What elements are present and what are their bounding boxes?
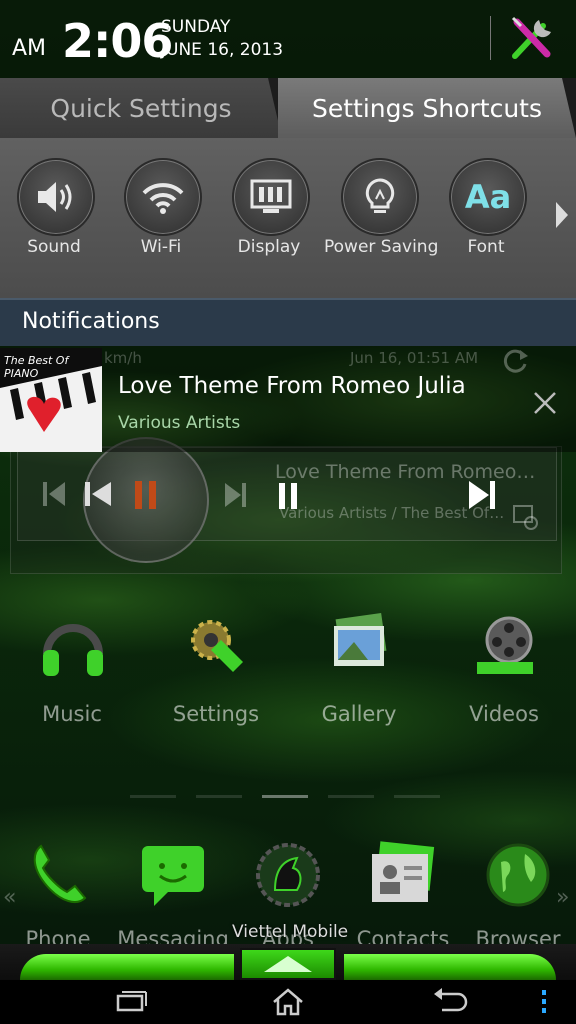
music-notification[interactable]: The Best Of PIANO km/h Jun 16, 01:51 AM …	[0, 346, 576, 452]
settings-shortcuts-panel: Sound Wi-Fi Display Power Saving Aa Font	[0, 138, 576, 298]
next-track-icon[interactable]	[223, 481, 249, 509]
tray-glow-left	[20, 954, 234, 980]
dock-scroll-left-icon[interactable]: «	[3, 885, 16, 910]
widget-track-title: Love Theme From Romeo…	[275, 461, 536, 483]
notifications-title: Notifications	[22, 309, 160, 334]
speaker-icon	[38, 182, 72, 212]
tab-quick-settings[interactable]: Quick Settings	[0, 78, 282, 138]
display-icon	[250, 179, 292, 213]
pause-icon[interactable]	[133, 479, 159, 511]
app-label: Gallery	[321, 702, 397, 726]
clock-day: SUNDAY	[161, 17, 231, 37]
film-reel-icon	[477, 616, 533, 674]
tray-glow-right	[344, 954, 556, 980]
shortcut-power-saving[interactable]: Power Saving	[324, 158, 439, 268]
back-icon[interactable]	[428, 986, 468, 1018]
song-artist: Various Artists	[118, 413, 241, 433]
shortcut-label: Sound	[27, 237, 81, 257]
ghost-timestamp: Jun 16, 01:51 AM	[350, 349, 479, 367]
shortcut-wifi[interactable]: Wi-Fi	[107, 158, 215, 268]
shortcut-sound[interactable]: Sound	[0, 158, 108, 268]
app-label: Videos	[469, 702, 539, 726]
tab-settings-shortcuts[interactable]: Settings Shortcuts	[278, 78, 576, 138]
shortcut-label: Display	[237, 237, 301, 257]
music-player-widget[interactable]: Love Theme From Romeo… Various Artists /…	[10, 437, 562, 574]
shortcut-button[interactable]	[232, 158, 310, 236]
status-bar: AM 2:06 SUNDAY JUNE 16, 2013	[0, 0, 576, 78]
shortcut-label: Power Saving	[324, 237, 439, 257]
previous-track-icon[interactable]	[41, 479, 67, 509]
app-tray	[0, 944, 576, 980]
shade-tabs: Quick Settings Settings Shortcuts	[0, 78, 576, 138]
apps-icon	[256, 843, 320, 907]
carrier-label: Viettel Mobile	[232, 922, 349, 942]
clock-date: JUNE 16, 2013	[161, 40, 284, 60]
dock-scroll-right-icon[interactable]: »	[556, 885, 569, 910]
chevron-right-icon[interactable]	[553, 198, 571, 232]
shortcut-font[interactable]: Aa Font	[432, 158, 540, 268]
widget-track-subtitle: Various Artists / The Best Of…	[279, 504, 505, 522]
wifi-icon	[142, 183, 184, 214]
settings-gear-icon	[191, 620, 243, 672]
font-icon: Aa	[464, 178, 512, 216]
headphones-icon	[43, 624, 103, 676]
contacts-icon	[372, 841, 435, 902]
shortcut-button[interactable]	[17, 158, 95, 236]
globe-icon	[486, 843, 550, 907]
previous-icon[interactable]	[83, 479, 113, 509]
album-art: The Best Of PIANO	[0, 348, 102, 452]
page-indicator	[130, 795, 450, 799]
song-title: Love Theme From Romeo Julia	[118, 373, 466, 399]
app-drawer-handle[interactable]	[240, 948, 336, 980]
shortcut-button[interactable]	[124, 158, 202, 236]
clock-time: 2:06	[62, 14, 173, 68]
messaging-icon	[142, 846, 204, 906]
lightbulb-icon	[365, 178, 395, 213]
navigation-bar	[0, 980, 576, 1024]
wrench-screwdriver-icon[interactable]	[505, 14, 557, 62]
album-art-text: The Best Of PIANO	[4, 354, 69, 380]
chevron-up-icon	[264, 956, 312, 972]
gallery-icon	[334, 612, 387, 666]
shortcut-button[interactable]	[341, 158, 419, 236]
phone-icon	[33, 844, 87, 903]
recent-apps-icon[interactable]	[110, 986, 150, 1018]
shortcut-label: Wi-Fi	[140, 237, 182, 257]
ghost-text: km/h	[104, 349, 142, 367]
menu-dots-icon[interactable]	[534, 986, 554, 1018]
divider	[490, 16, 491, 60]
notifications-header: Notifications	[0, 298, 576, 346]
home-icon[interactable]	[268, 986, 308, 1018]
app-label: Music	[42, 702, 102, 726]
clock-ampm: AM	[12, 36, 47, 61]
close-icon[interactable]	[530, 388, 560, 418]
shortcut-display[interactable]: Display	[215, 158, 323, 268]
app-label: Settings	[172, 702, 260, 726]
shortcut-button[interactable]: Aa	[449, 158, 527, 236]
refresh-icon	[503, 349, 528, 373]
widget-settings-icon[interactable]	[511, 503, 541, 533]
shortcut-label: Font	[467, 237, 505, 257]
